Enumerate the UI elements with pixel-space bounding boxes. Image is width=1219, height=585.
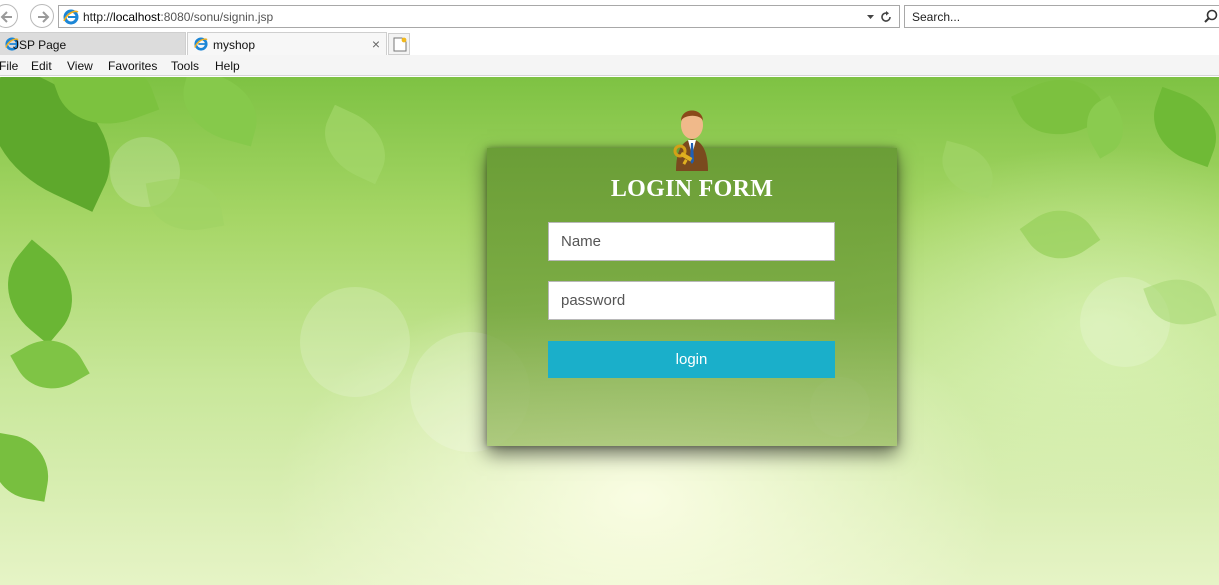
leaf [145,171,225,238]
url-text[interactable]: http://localhost:8080/sonu/signin.jsp [83,10,273,24]
url-scheme: http:// [83,10,114,24]
tab-label: myshop [213,38,256,52]
forward-arrow-icon [38,11,50,23]
search-bar[interactable]: Search... [904,5,1219,28]
menu-view[interactable]: View [67,59,93,73]
new-tab-icon [393,37,407,52]
login-button[interactable]: login [548,341,835,378]
tab-row: JSP Page myshop × [0,32,1219,55]
menu-help[interactable]: Help [215,59,240,73]
page-background: LOGIN FORM login [0,77,1219,585]
name-input[interactable] [548,222,835,261]
leaf [935,140,1000,199]
leaf [1141,86,1219,168]
leaf [0,239,94,345]
tab-label: JSP Page [13,38,67,52]
tab-myshop[interactable]: myshop × [187,32,387,55]
menu-tools[interactable]: Tools [171,59,199,73]
chevron-down-icon[interactable] [866,13,875,21]
back-arrow-icon [0,11,12,23]
new-tab-button[interactable] [388,33,410,55]
address-bar[interactable]: http://localhost:8080/sonu/signin.jsp [58,5,900,28]
login-form: LOGIN FORM login [487,148,897,446]
leaf [0,432,55,502]
ie-page-icon [63,9,79,25]
user-key-icon [673,110,708,171]
close-icon[interactable]: × [372,36,380,52]
search-icon[interactable] [1204,9,1218,23]
tab-jsp-page[interactable]: JSP Page [0,32,186,55]
leaf [1019,194,1101,275]
menu-favorites[interactable]: Favorites [108,59,157,73]
bokeh-light [300,287,410,397]
ie-page-icon [194,37,208,51]
menu-bar: File Edit View Favorites Tools Help [0,55,1219,76]
url-host: localhost [113,10,161,24]
url-path: :8080/sonu/signin.jsp [160,10,274,24]
login-title: LOGIN FORM [610,176,774,202]
forward-button[interactable] [30,4,54,28]
menu-edit[interactable]: Edit [31,59,52,73]
password-input[interactable] [548,281,835,320]
menu-file[interactable]: File [0,59,18,73]
refresh-icon[interactable] [879,10,893,24]
leaf [173,77,267,147]
search-placeholder[interactable]: Search... [912,10,960,24]
address-row: http://localhost:8080/sonu/signin.jsp Se… [0,0,1219,32]
back-button[interactable] [0,4,18,28]
leaf [311,104,399,185]
